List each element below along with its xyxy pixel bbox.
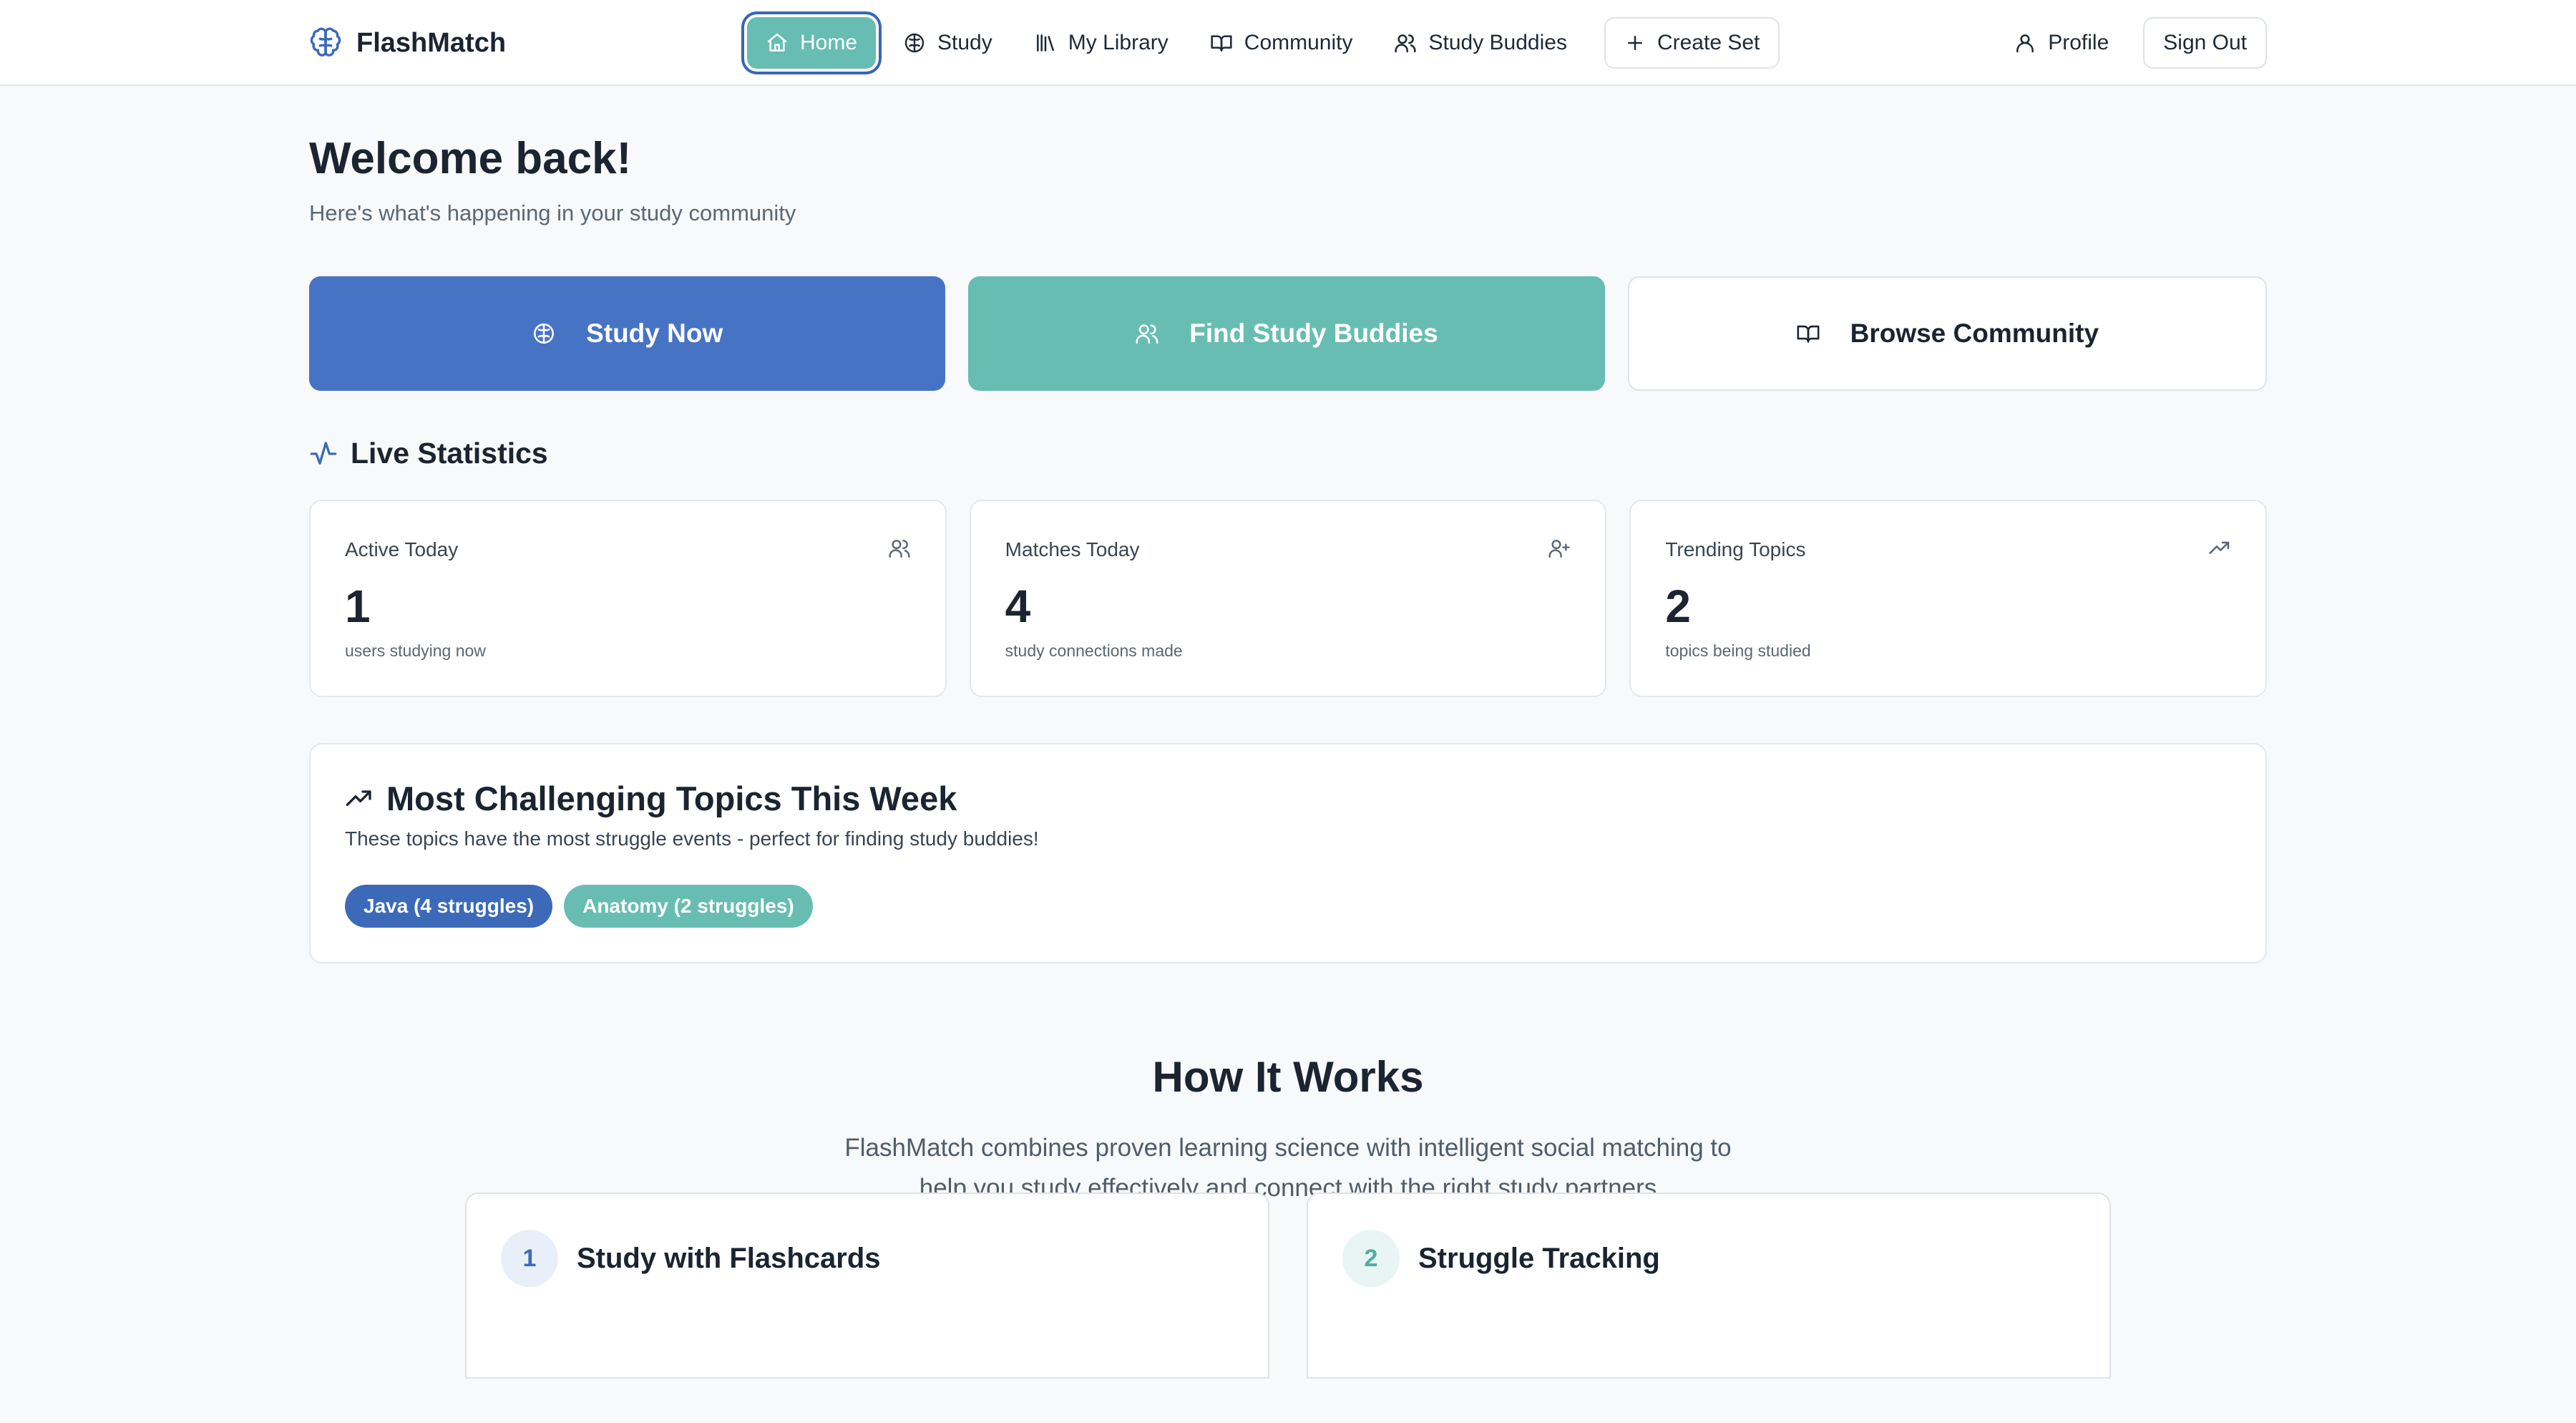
brand[interactable]: FlashMatch xyxy=(309,23,506,63)
topic-chip-java[interactable]: Java (4 struggles) xyxy=(345,885,553,928)
topic-chips: Java (4 struggles) Anatomy (2 struggles) xyxy=(345,885,813,928)
find-study-buddies-button[interactable]: Find Study Buddies xyxy=(968,276,1605,391)
activity-icon xyxy=(309,439,338,468)
users-icon xyxy=(888,537,911,560)
nav-study[interactable]: Study xyxy=(884,17,1011,69)
stat-label: Active Today xyxy=(345,538,459,560)
nav-study-label: Study xyxy=(937,31,992,54)
book-open-icon xyxy=(1796,321,1820,346)
how-it-works-title: How It Works xyxy=(1152,1053,1424,1101)
challenging-topics-card: Most Challenging Topics This Week These … xyxy=(309,743,2267,963)
step-card-flashcards: 1 Study with Flashcards xyxy=(465,1193,1269,1379)
users-icon xyxy=(1135,321,1159,346)
user-plus-icon xyxy=(1548,537,1571,560)
sign-out-button[interactable]: Sign Out xyxy=(2143,17,2267,69)
step-card-struggle-tracking: 2 Struggle Tracking xyxy=(1307,1193,2111,1379)
nav-community-label: Community xyxy=(1244,31,1353,54)
nav-community[interactable]: Community xyxy=(1191,17,1372,69)
nav-links: Home Study My Library Community Study Bu… xyxy=(744,14,1780,72)
topic-chip-anatomy[interactable]: Anatomy (2 struggles) xyxy=(564,885,813,928)
trending-up-icon xyxy=(2208,537,2231,560)
top-navbar: FlashMatch Home Study My Library Communi… xyxy=(0,0,2576,86)
home-icon xyxy=(766,31,789,54)
page-title: Welcome back! xyxy=(309,134,632,183)
browse-community-button[interactable]: Browse Community xyxy=(1627,276,2267,391)
stat-card-trending-topics: Trending Topics 2 topics being studied xyxy=(1629,500,2268,697)
nav-study-buddies-label: Study Buddies xyxy=(1428,31,1567,54)
stat-note: users studying now xyxy=(345,641,486,660)
step-title: Study with Flashcards xyxy=(577,1243,881,1274)
step-title: Struggle Tracking xyxy=(1418,1243,1660,1274)
create-set-label: Create Set xyxy=(1657,31,1760,54)
page-subtitle: Here's what's happening in your study co… xyxy=(309,200,796,225)
nav-library-label: My Library xyxy=(1068,31,1169,54)
live-statistics-title: Live Statistics xyxy=(351,437,548,470)
book-open-icon xyxy=(1210,31,1233,54)
library-icon xyxy=(1034,31,1057,54)
stat-label: Matches Today xyxy=(1005,538,1140,560)
nav-home-label: Home xyxy=(800,31,858,54)
find-study-buddies-label: Find Study Buddies xyxy=(1189,319,1438,348)
stat-value: 2 xyxy=(1665,581,1691,632)
create-set-button[interactable]: Create Set xyxy=(1604,17,1780,69)
browse-community-label: Browse Community xyxy=(1850,319,2099,348)
brain-icon xyxy=(309,26,342,59)
nav-library[interactable]: My Library xyxy=(1015,17,1187,69)
users-icon xyxy=(1394,31,1417,54)
trending-up-icon xyxy=(345,785,374,813)
challenging-topics-subtitle: These topics have the most struggle even… xyxy=(345,827,1039,850)
step-number: 1 xyxy=(501,1230,558,1287)
study-now-label: Study Now xyxy=(586,319,723,348)
nav-home[interactable]: Home xyxy=(747,17,877,69)
live-statistics-heading: Live Statistics xyxy=(309,437,548,470)
user-icon xyxy=(2014,31,2036,54)
stat-label: Trending Topics xyxy=(1665,538,1806,560)
step-number: 2 xyxy=(1342,1230,1400,1287)
stat-value: 4 xyxy=(1005,581,1031,632)
stat-value: 1 xyxy=(345,581,371,632)
brain-icon xyxy=(532,321,556,346)
challenging-topics-heading: Most Challenging Topics This Week xyxy=(345,779,957,818)
quick-actions: Study Now Find Study Buddies Browse Comm… xyxy=(309,276,2267,391)
stat-card-active-today: Active Today 1 users studying now xyxy=(309,500,947,697)
study-now-button[interactable]: Study Now xyxy=(309,276,946,391)
nav-right: Profile Sign Out xyxy=(1995,14,2267,72)
plus-icon xyxy=(1624,32,1646,54)
stat-note: study connections made xyxy=(1005,641,1183,660)
stat-card-matches-today: Matches Today 4 study connections made xyxy=(969,500,1607,697)
challenging-topics-title: Most Challenging Topics This Week xyxy=(386,780,957,817)
nav-study-buddies[interactable]: Study Buddies xyxy=(1375,17,1585,69)
how-it-works-steps: 1 Study with Flashcards 2 Struggle Track… xyxy=(465,1193,2111,1379)
brand-name: FlashMatch xyxy=(356,27,507,58)
brain-icon xyxy=(903,31,926,54)
nav-profile-label: Profile xyxy=(2048,31,2109,54)
stats-row: Active Today 1 users studying now Matche… xyxy=(309,500,2268,697)
nav-profile[interactable]: Profile xyxy=(1995,17,2127,69)
stat-note: topics being studied xyxy=(1665,641,1811,660)
